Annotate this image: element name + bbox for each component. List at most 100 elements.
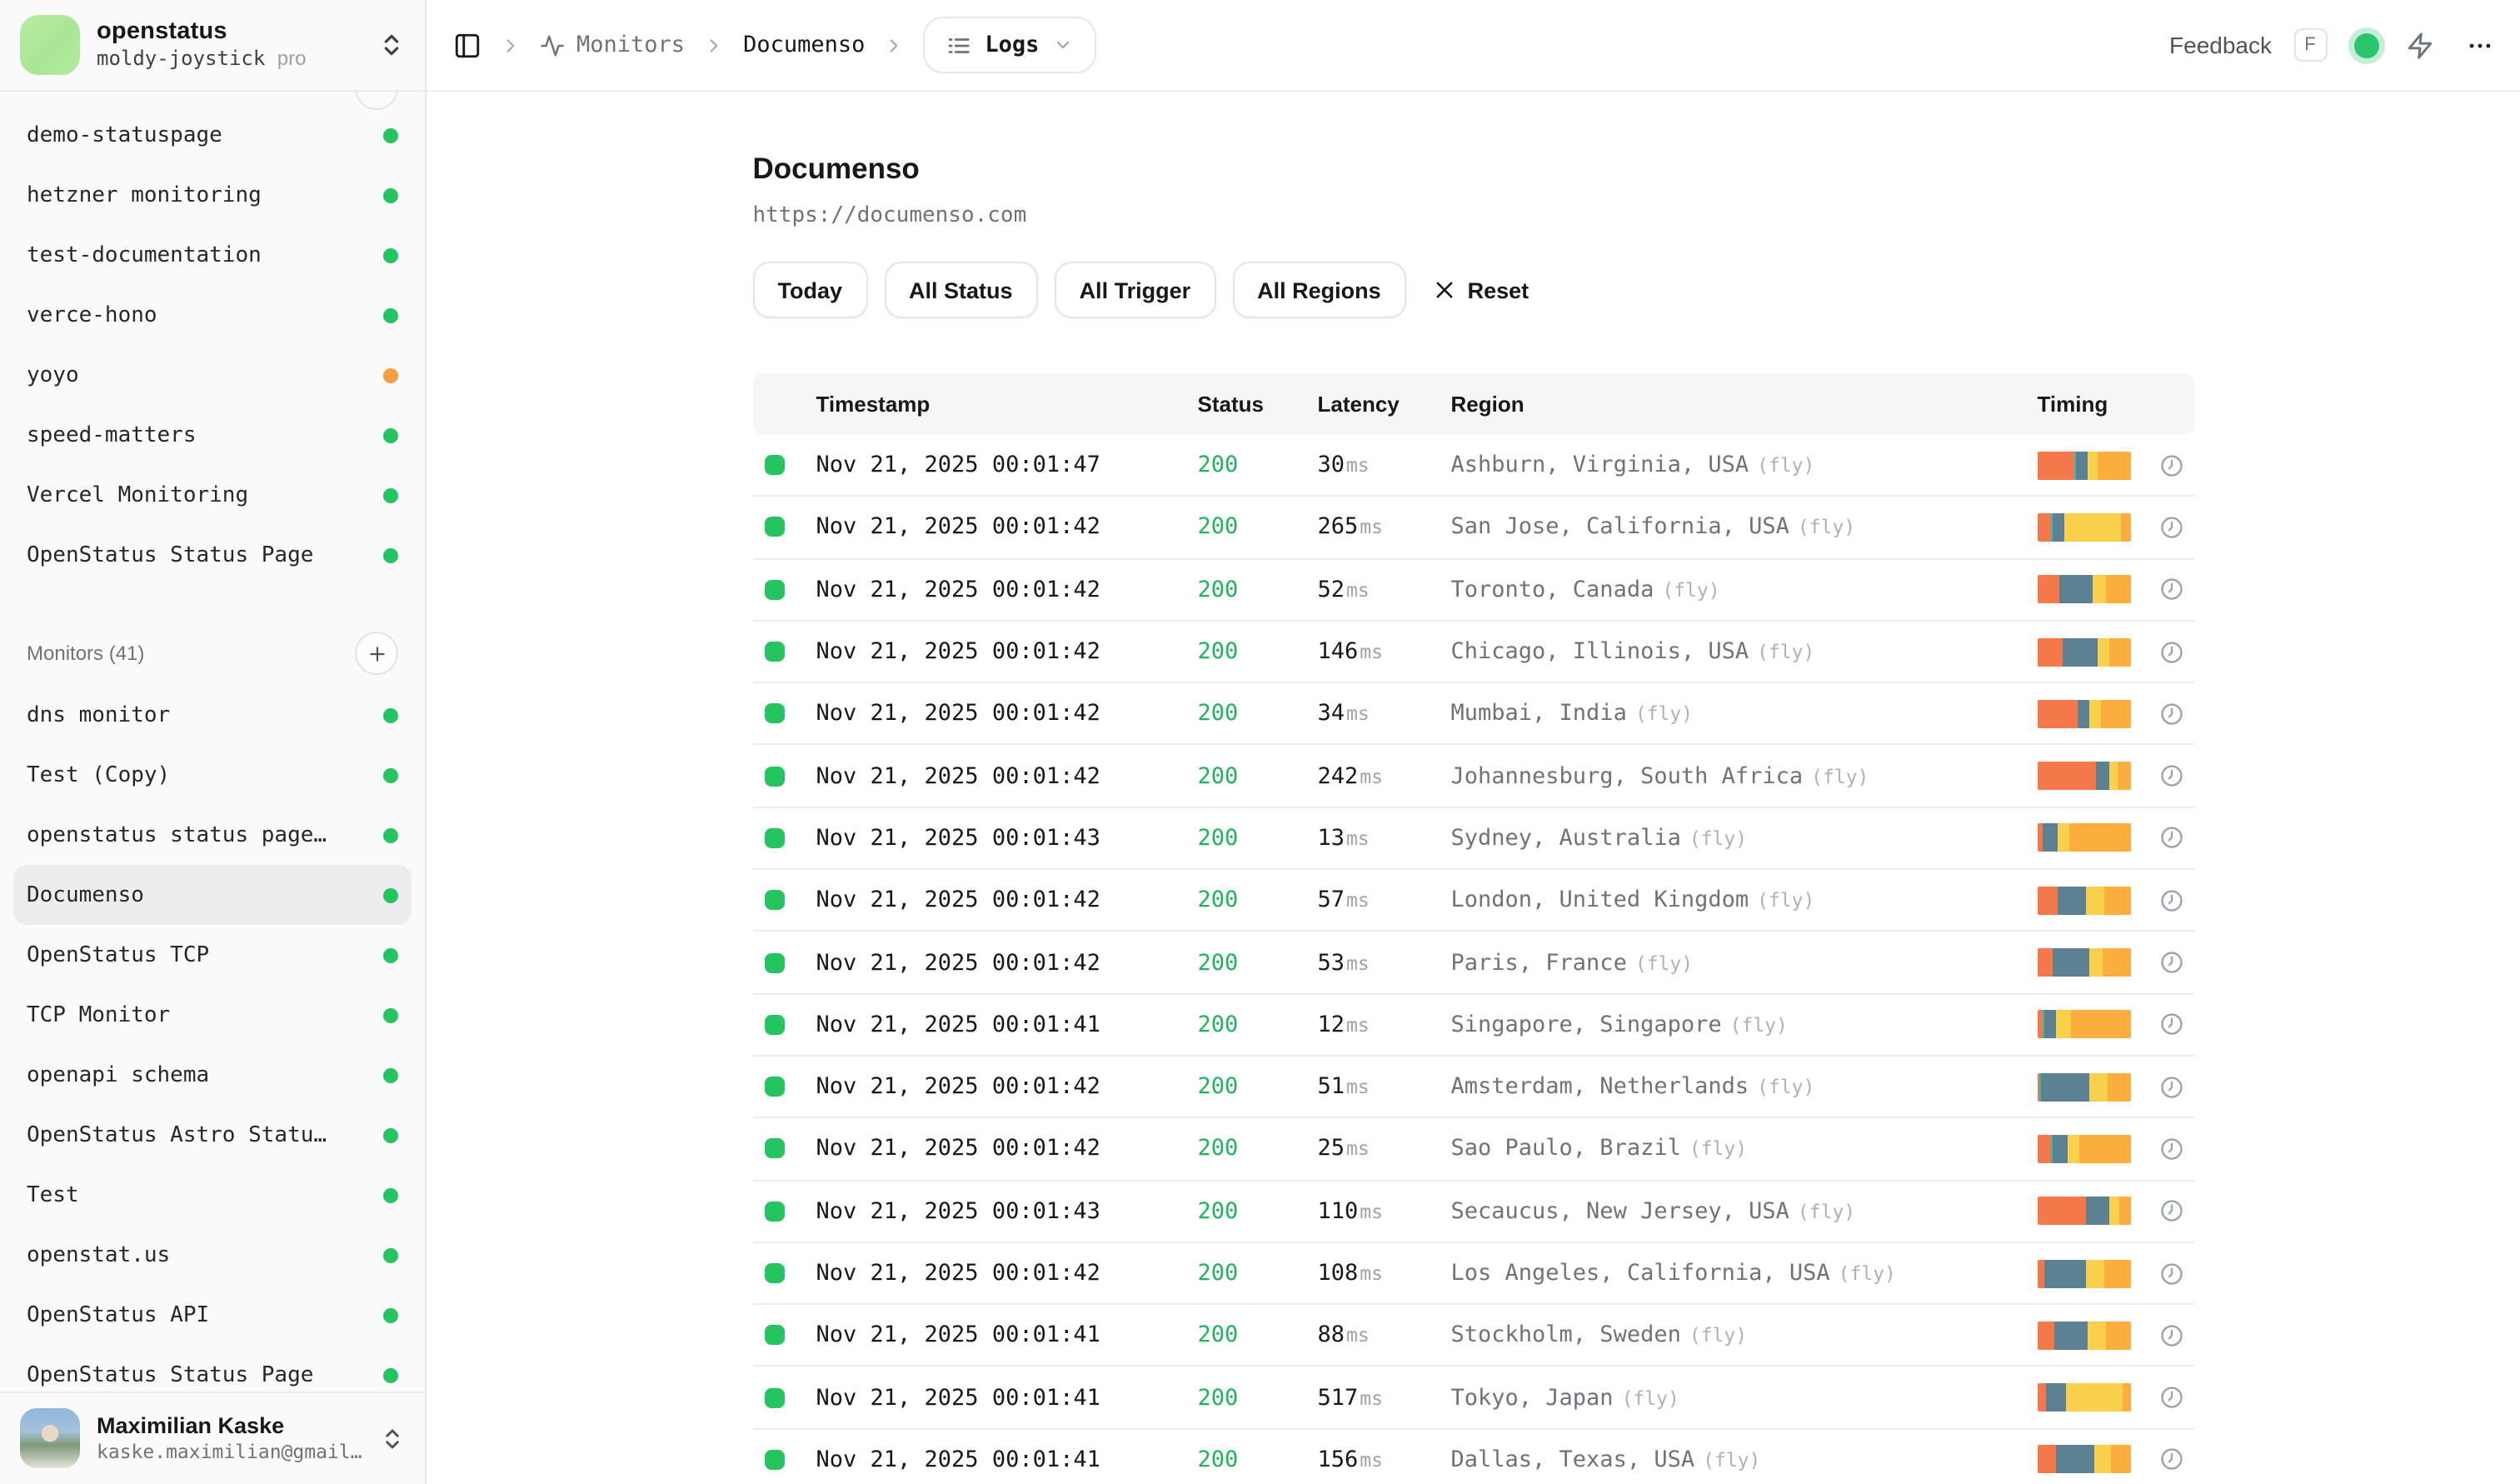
row-region: Los Angeles, California, USA(fly) — [1451, 1260, 2038, 1287]
clock-icon[interactable] — [2159, 1261, 2184, 1286]
clock-icon[interactable] — [2159, 826, 2184, 851]
status-dot — [383, 827, 398, 842]
sidebar-item-status-page[interactable]: OpenStatus Status Page — [13, 525, 412, 585]
row-timestamp: Nov 21, 2025 00:01:42 — [816, 1073, 1198, 1100]
clock-icon[interactable] — [2159, 639, 2184, 664]
more-options-button[interactable] — [2465, 31, 2493, 59]
row-region: Chicago, Illinois, USA(fly) — [1451, 638, 2038, 665]
row-status-indicator — [765, 455, 785, 475]
clock-icon[interactable] — [2159, 1447, 2184, 1472]
filter-trigger[interactable]: All Trigger — [1055, 262, 1216, 318]
timing-segment-dns — [2038, 1259, 2044, 1287]
sidebar-item-status-page[interactable]: Vercel Monitoring — [13, 465, 412, 525]
global-status-indicator[interactable] — [2353, 32, 2378, 57]
sidebar-toggle-icon[interactable] — [453, 31, 482, 59]
sidebar-item-label: hetzner monitoring — [27, 182, 262, 207]
row-region: Ashburn, Virginia, USA(fly) — [1451, 452, 2038, 478]
log-row[interactable]: Nov 21, 2025 00:01:4220057msLondon, Unit… — [753, 870, 2194, 932]
clock-icon[interactable] — [2159, 1012, 2184, 1037]
log-row[interactable]: Nov 21, 2025 00:01:41200156msDallas, Tex… — [753, 1430, 2194, 1484]
log-row[interactable]: Nov 21, 2025 00:01:4220025msSao Paulo, B… — [753, 1119, 2194, 1182]
feedback-button[interactable]: Feedback — [2169, 32, 2272, 58]
log-row[interactable]: Nov 21, 2025 00:01:41200517msTokyo, Japa… — [753, 1367, 2194, 1430]
row-status-indicator — [765, 1387, 785, 1407]
breadcrumb-documenso[interactable]: Documenso — [743, 32, 865, 58]
timing-segment-dns — [2038, 451, 2075, 479]
top-bar: Monitors Documenso Logs Feedback F — [427, 0, 2520, 92]
log-row[interactable]: Nov 21, 2025 00:01:42200108msLos Angeles… — [753, 1243, 2194, 1306]
sidebar-item-monitor[interactable]: Test — [13, 1165, 412, 1225]
sidebar-item-label: Test (Copy) — [27, 762, 170, 787]
clock-icon[interactable] — [2159, 1137, 2184, 1162]
clock-icon[interactable] — [2159, 452, 2184, 477]
row-timestamp: Nov 21, 2025 00:01:42 — [816, 701, 1198, 727]
logs-table: Timestamp Status Latency Region Timing N… — [753, 373, 2194, 1484]
sidebar-item-monitor[interactable]: OpenStatus Astro Statu… — [13, 1105, 412, 1165]
log-row[interactable]: Nov 21, 2025 00:01:42200146msChicago, Il… — [753, 622, 2194, 684]
clock-icon[interactable] — [2159, 763, 2184, 788]
add-monitor-button[interactable] — [355, 632, 398, 675]
timing-segment-ttfb — [2088, 451, 2097, 479]
log-row[interactable]: Nov 21, 2025 00:01:4220052msToronto, Can… — [753, 559, 2194, 622]
sidebar-item-monitor[interactable]: openapi schema — [13, 1045, 412, 1105]
timing-bar — [2038, 1322, 2131, 1350]
sidebar-item-monitor[interactable]: TCP Monitor — [13, 985, 412, 1045]
log-row[interactable]: Nov 21, 2025 00:01:4220034msMumbai, Indi… — [753, 683, 2194, 746]
row-status-code: 200 — [1198, 514, 1318, 541]
workspace-switcher[interactable]: openstatus moldy-joystick pro — [0, 0, 425, 92]
filter-status[interactable]: All Status — [884, 262, 1038, 318]
zap-icon[interactable] — [2405, 31, 2433, 59]
timing-bar — [2038, 762, 2131, 790]
sidebar-item-status-page[interactable]: verce-hono — [13, 285, 412, 345]
log-row[interactable]: Nov 21, 2025 00:01:43200110msSecaucus, N… — [753, 1181, 2194, 1243]
clock-icon[interactable] — [2159, 887, 2184, 912]
timing-segment-transfer — [2103, 948, 2130, 977]
clock-icon[interactable] — [2159, 1074, 2184, 1099]
clock-icon[interactable] — [2159, 515, 2184, 540]
row-status-code: 200 — [1198, 887, 1318, 913]
log-row[interactable]: Nov 21, 2025 00:01:4220051msAmsterdam, N… — [753, 1057, 2194, 1119]
sidebar-item-status-page[interactable]: hetzner monitoring — [13, 165, 412, 225]
timing-segment-tls — [2058, 886, 2086, 914]
row-latency: 25ms — [1318, 1136, 1451, 1162]
sidebar-item-monitor[interactable]: Documenso — [13, 865, 412, 925]
log-row[interactable]: Nov 21, 2025 00:01:42200265msSan Jose, C… — [753, 497, 2194, 560]
timing-segment-ttfb — [2093, 575, 2107, 603]
log-row[interactable]: Nov 21, 2025 00:01:4320013msSydney, Aust… — [753, 808, 2194, 871]
user-menu[interactable]: Maximilian Kaske kaske.maximilian@gmail… — [0, 1391, 425, 1484]
sidebar-item-monitor[interactable]: dns monitor — [13, 685, 412, 745]
clock-icon[interactable] — [2159, 1385, 2184, 1410]
sidebar-item-monitor[interactable]: OpenStatus API — [13, 1285, 412, 1345]
row-timestamp: Nov 21, 2025 00:01:43 — [816, 825, 1198, 852]
sidebar-item-status-page[interactable]: speed-matters — [13, 405, 412, 465]
log-row[interactable]: Nov 21, 2025 00:01:4720030msAshburn, Vir… — [753, 435, 2194, 497]
status-dot — [383, 187, 398, 202]
log-row[interactable]: Nov 21, 2025 00:01:4120012msSingapore, S… — [753, 994, 2194, 1057]
reset-filters-button[interactable]: Reset — [1433, 277, 1529, 302]
sidebar-item-monitor[interactable]: OpenStatus Status Page — [13, 1345, 412, 1391]
sidebar-item-status-page[interactable]: demo-statuspage — [13, 105, 412, 165]
status-dot — [383, 887, 398, 902]
clock-icon[interactable] — [2159, 950, 2184, 975]
clock-icon[interactable] — [2159, 577, 2184, 602]
clock-icon[interactable] — [2159, 1198, 2184, 1223]
log-row[interactable]: Nov 21, 2025 00:01:4120088msStockholm, S… — [753, 1305, 2194, 1367]
timing-segment-transfer — [2120, 513, 2130, 542]
row-status-code: 200 — [1198, 1384, 1318, 1411]
sidebar-item-monitor[interactable]: openstatus status page… — [13, 805, 412, 865]
sidebar-item-monitor[interactable]: openstat.us — [13, 1225, 412, 1285]
breadcrumb-monitors[interactable]: Monitors — [540, 32, 685, 58]
log-row[interactable]: Nov 21, 2025 00:01:42200242msJohannesbur… — [753, 746, 2194, 808]
log-row[interactable]: Nov 21, 2025 00:01:4220053msParis, Franc… — [753, 932, 2194, 995]
sidebar-item-status-page[interactable]: yoyo — [13, 345, 412, 405]
sidebar-item-monitor[interactable]: Test (Copy) — [13, 745, 412, 805]
filter-regions[interactable]: All Regions — [1232, 262, 1406, 318]
clock-icon[interactable] — [2159, 1323, 2184, 1348]
filter-date[interactable]: Today — [753, 262, 868, 318]
sidebar-item-monitor[interactable]: OpenStatus TCP — [13, 925, 412, 985]
clock-icon[interactable] — [2159, 702, 2184, 727]
view-selector-logs[interactable]: Logs — [923, 17, 1095, 73]
sidebar-item-status-page[interactable]: test-documentation — [13, 225, 412, 285]
workspace-avatar — [20, 15, 80, 75]
row-status-indicator — [765, 890, 785, 910]
